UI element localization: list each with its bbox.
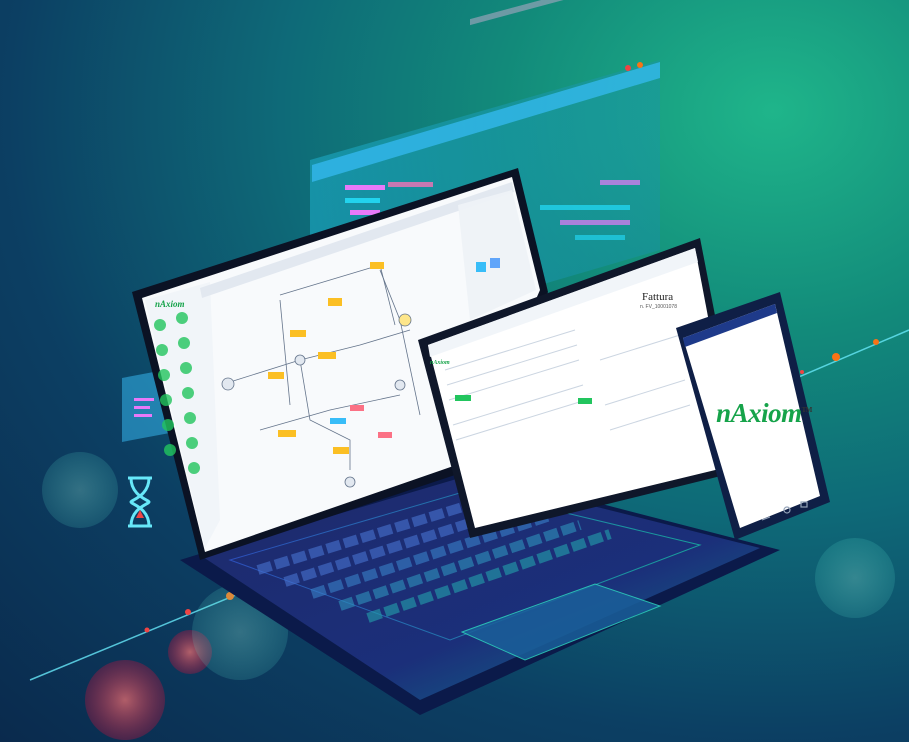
spark-3 bbox=[144, 627, 150, 633]
spark-5 bbox=[873, 339, 879, 345]
bokeh-teal-left bbox=[42, 452, 118, 528]
spark-6 bbox=[800, 370, 804, 374]
bokeh-red-bottom bbox=[85, 660, 165, 740]
trademark-mark: TM bbox=[801, 406, 813, 414]
phone-brand-logo: nAxiomTM bbox=[716, 398, 812, 429]
invoice-title: Fattura bbox=[642, 291, 674, 303]
illustration-svg bbox=[29, 0, 909, 740]
hourglass-icon bbox=[128, 476, 152, 528]
window-dots-icon bbox=[625, 65, 631, 71]
invoice-number: n. FV_10001078 bbox=[640, 304, 677, 310]
tablet-app-logo: nAxiom bbox=[430, 360, 450, 366]
hero-illustration: nAxiom nAxiom Fattura n. FV_10001078 nAx… bbox=[0, 0, 909, 742]
phone-brand-text: nAxiom bbox=[716, 398, 802, 428]
laptop-app-logo: nAxiom bbox=[155, 299, 185, 309]
bokeh-teal-right bbox=[815, 538, 895, 618]
spark-2 bbox=[185, 609, 191, 615]
spark-4 bbox=[832, 353, 840, 361]
